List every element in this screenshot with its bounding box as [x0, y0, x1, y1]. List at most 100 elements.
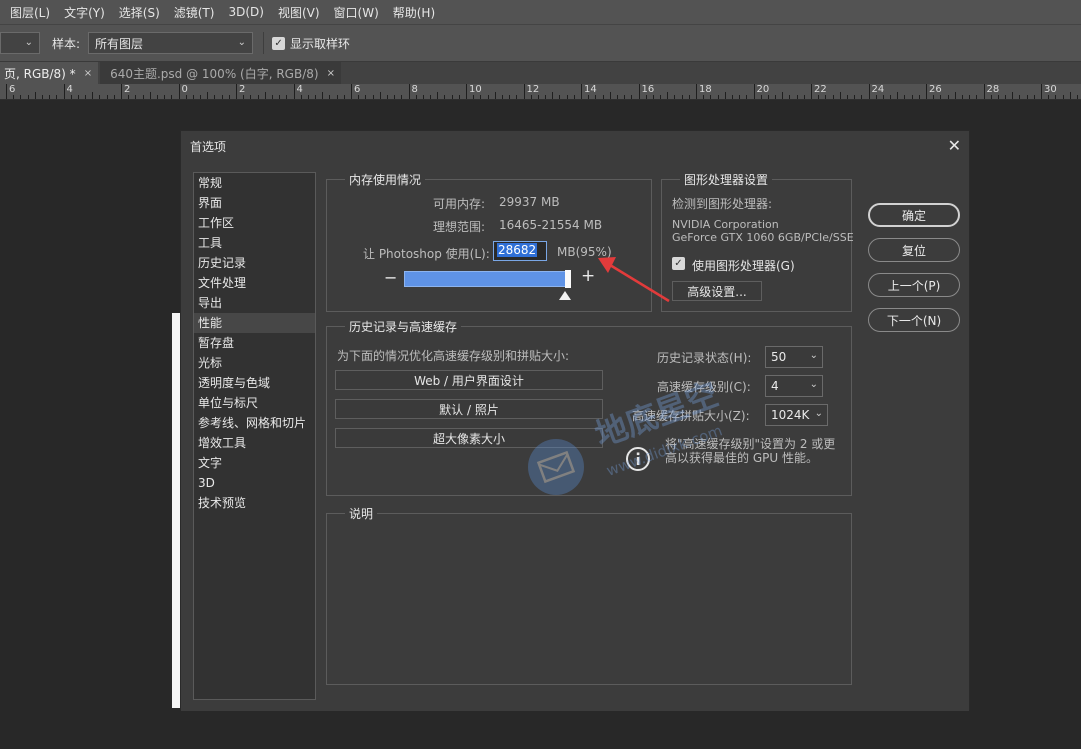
ruler-minor-tick — [825, 95, 827, 99]
nav-item[interactable]: 性能 — [194, 313, 315, 333]
minus-icon[interactable]: − — [384, 268, 397, 287]
history-states-select[interactable]: 50 ⌄ — [765, 346, 823, 368]
ruler-label: 16 — [641, 84, 655, 95]
nav-item[interactable]: 增效工具 — [194, 433, 315, 453]
plus-icon[interactable]: + — [581, 266, 595, 286]
nav-item[interactable]: 暂存盘 — [194, 333, 315, 353]
ruler-minor-tick — [731, 95, 733, 99]
optimize-label: 为下面的情况优化高速缓存级别和拼贴大小: — [337, 349, 570, 363]
ruler-minor-tick — [616, 95, 618, 99]
menu-3d[interactable]: 3D(D) — [228, 5, 263, 19]
memory-group-title: 内存使用情况 — [345, 171, 426, 188]
nav-item[interactable]: 参考线、网格和切片 — [194, 413, 315, 433]
divider — [263, 32, 265, 54]
menu-layer[interactable]: 图层(L) — [10, 4, 50, 21]
ruler-minor-tick — [710, 95, 712, 99]
ok-button[interactable]: 确定 — [868, 203, 960, 227]
history-states-value: 50 — [771, 350, 787, 364]
tile-size-select[interactable]: 1024K ⌄ — [765, 404, 828, 426]
options-bar: ⌄ 样本: 所有图层 ⌄ ✓ 显示取样环 — [0, 24, 1081, 62]
menu-filter[interactable]: 滤镜(T) — [174, 4, 215, 21]
advanced-settings-label: 高级设置... — [687, 284, 747, 299]
ruler-minor-tick — [530, 95, 532, 99]
menu-select[interactable]: 选择(S) — [119, 4, 160, 21]
ruler-minor-tick — [92, 92, 94, 99]
ruler-minor-tick — [1012, 92, 1014, 99]
annotation-arrow-icon — [598, 257, 670, 303]
ruler-minor-tick — [1062, 95, 1064, 99]
slider-thumb-icon[interactable] — [559, 291, 571, 301]
nav-item[interactable]: 光标 — [194, 353, 315, 373]
menu-view[interactable]: 视图(V) — [278, 4, 320, 21]
ruler-label: 26 — [929, 84, 942, 95]
ruler-minor-tick — [595, 95, 597, 99]
tab-document-1[interactable]: 页, RGB/8) * × — [0, 62, 99, 84]
ruler-minor-tick — [192, 95, 194, 99]
close-icon[interactable]: × — [327, 68, 335, 79]
ruler-minor-tick — [796, 95, 798, 99]
nav-item[interactable]: 历史记录 — [194, 253, 315, 273]
ruler-minor-tick — [746, 95, 748, 99]
ruler-minor-tick — [573, 95, 575, 99]
tab-label: 页, RGB/8) * — [4, 66, 76, 81]
description-group: 说明 — [326, 505, 852, 685]
nav-item[interactable]: 常规 — [194, 173, 315, 193]
next-button[interactable]: 下一个(N) — [868, 308, 960, 332]
sample-value: 所有图层 — [95, 36, 144, 51]
nav-item[interactable]: 工作区 — [194, 213, 315, 233]
ruler-minor-tick — [358, 95, 360, 99]
gpu-model: GeForce GTX 1060 6GB/PCIe/SSE — [672, 231, 854, 244]
ruler-minor-tick — [106, 95, 108, 99]
nav-item[interactable]: 3D — [194, 473, 315, 493]
menu-window[interactable]: 窗口(W) — [334, 4, 379, 21]
horizontal-ruler[interactable]: 6 4 2 0 2 4 6 8 10 12 14 16 18 20 22 24 26 28 30 — [0, 84, 1081, 100]
memory-slider[interactable] — [404, 271, 571, 287]
chevron-down-icon: ⌄ — [809, 350, 818, 361]
nav-item[interactable]: 文字 — [194, 453, 315, 473]
ruler-minor-tick — [667, 92, 669, 99]
nav-item[interactable]: 透明度与色域 — [194, 373, 315, 393]
cache-levels-select[interactable]: 4 ⌄ — [765, 375, 823, 397]
ruler-minor-tick — [717, 95, 719, 99]
ruler-minor-tick — [494, 92, 496, 99]
web-ui-design-button[interactable]: Web / 用户界面设计 — [335, 370, 603, 390]
sample-size-select[interactable]: ⌄ — [0, 32, 40, 54]
ruler-major-tick — [983, 84, 985, 99]
ruler-major-tick — [63, 84, 65, 99]
default-photo-button[interactable]: 默认 / 照片 — [335, 399, 603, 419]
close-icon[interactable]: × — [84, 68, 92, 79]
ruler-minor-tick — [164, 95, 166, 99]
dialog-titlebar[interactable]: 首选项 ✕ — [181, 131, 969, 161]
show-ring-checkbox[interactable]: ✓ — [272, 36, 286, 50]
prev-button[interactable]: 上一个(P) — [868, 273, 960, 297]
ruler-minor-tick — [372, 95, 374, 99]
reset-button[interactable]: 复位 — [868, 238, 960, 262]
tab-document-2[interactable]: 640主题.psd @ 100% (白字, RGB/8) × — [100, 62, 341, 84]
ruler-minor-tick — [559, 95, 561, 99]
nav-item[interactable]: 技术预览 — [194, 493, 315, 513]
sample-select[interactable]: 所有图层 ⌄ — [88, 32, 254, 54]
advanced-settings-button[interactable]: 高级设置... — [672, 281, 762, 301]
ruler-minor-tick — [394, 95, 396, 99]
ruler-major-tick — [868, 84, 870, 99]
ruler-label: 28 — [986, 84, 1000, 95]
ruler-minor-tick — [329, 95, 331, 99]
nav-item[interactable]: 导出 — [194, 293, 315, 313]
close-icon[interactable]: ✕ — [948, 136, 961, 155]
ruler-label: 24 — [871, 84, 885, 95]
nav-item[interactable]: 界面 — [194, 193, 315, 213]
ruler-minor-tick — [566, 95, 568, 99]
ruler-minor-tick — [271, 95, 273, 99]
menu-type[interactable]: 文字(Y) — [64, 4, 105, 21]
huge-pixel-button[interactable]: 超大像素大小 — [335, 428, 603, 448]
canvas-edge — [172, 313, 180, 708]
dialog-body: 常规 界面 工作区 工具 历史记录 文件处理 导出 性能 暂存盘 光标 透明度与色域 单位与标尺 参考线… — [181, 161, 969, 711]
menu-help[interactable]: 帮助(H) — [393, 4, 435, 21]
memory-input[interactable]: 28682 — [493, 241, 547, 261]
menu-bar: 图层(L) 文字(Y) 选择(S) 滤镜(T) 3D(D) 视图(V) 窗口(W… — [0, 0, 1081, 24]
nav-item[interactable]: 文件处理 — [194, 273, 315, 293]
nav-item[interactable]: 单位与标尺 — [194, 393, 315, 413]
ruler-major-tick — [523, 84, 525, 99]
nav-item[interactable]: 工具 — [194, 233, 315, 253]
ruler-minor-tick — [128, 95, 130, 99]
